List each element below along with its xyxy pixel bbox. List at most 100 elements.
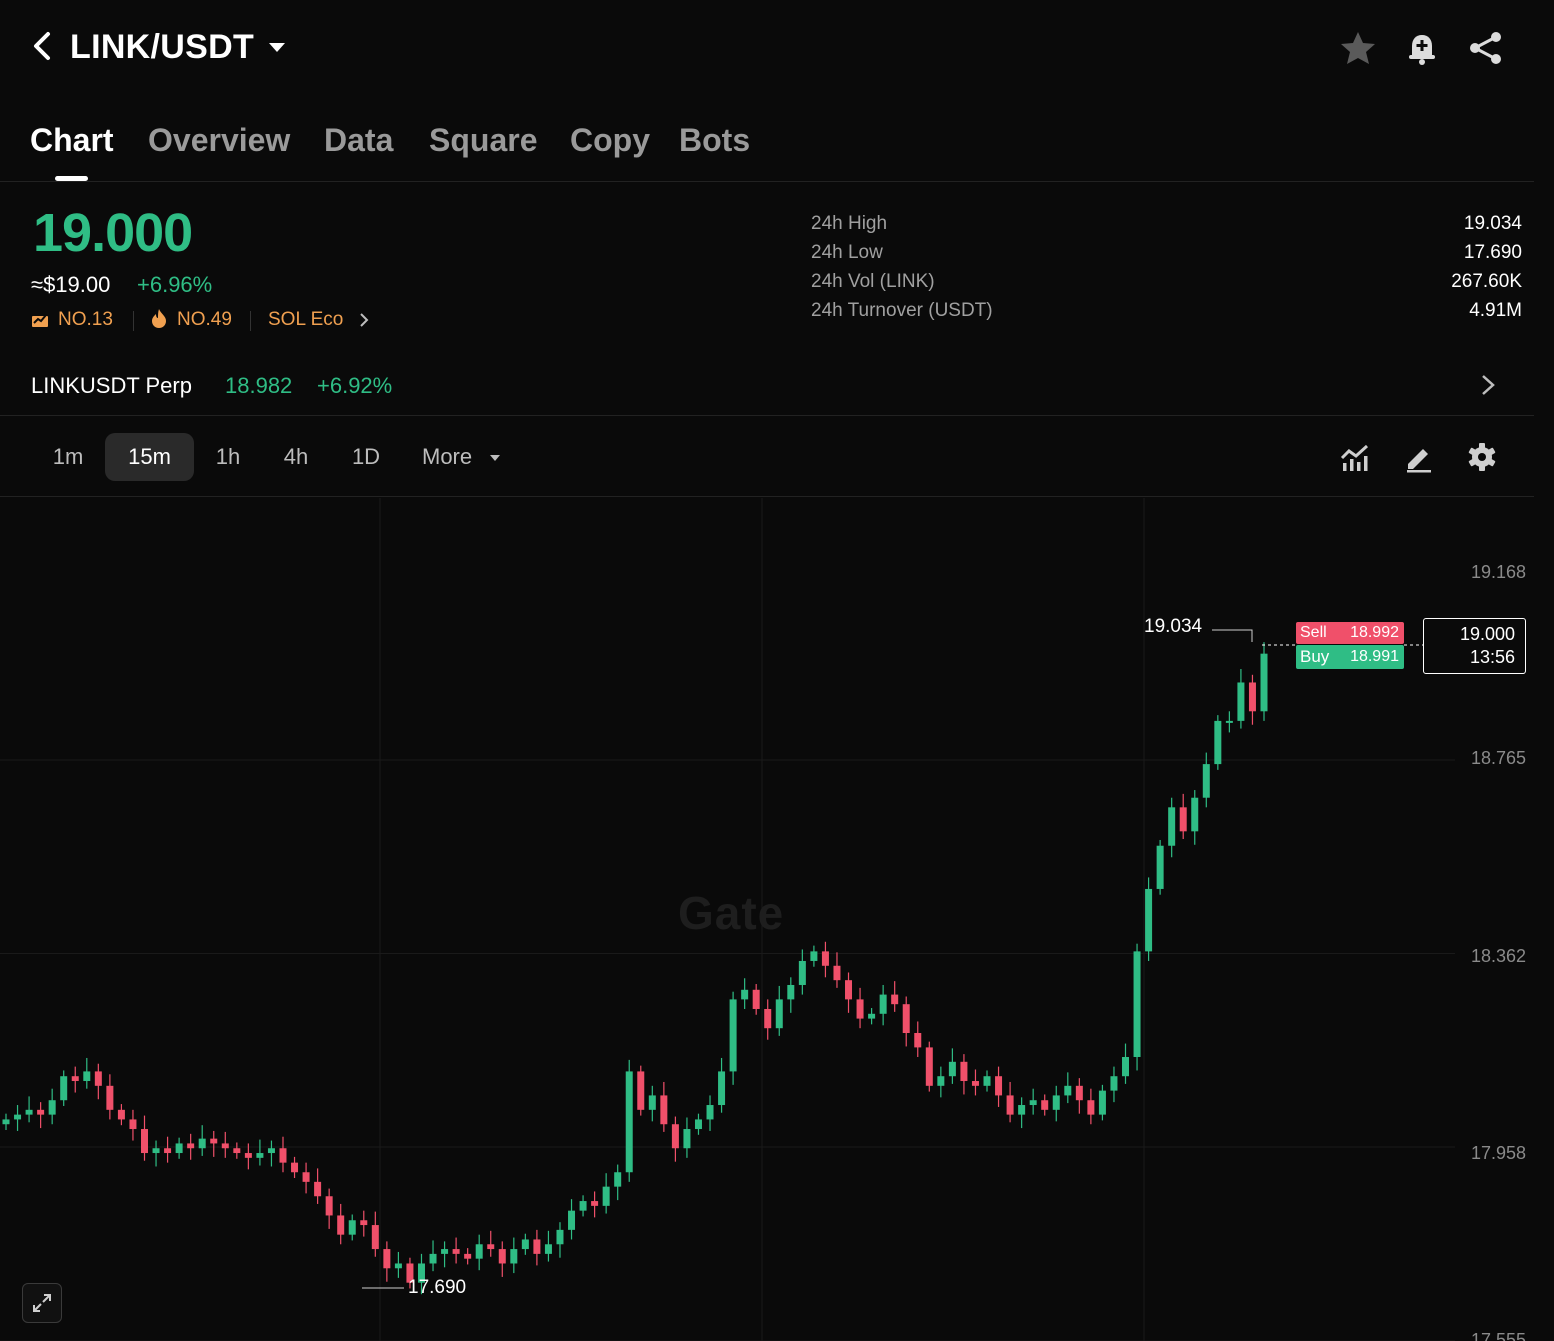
candle-up [441,1249,449,1254]
timeframe-1h[interactable]: 1h [200,433,256,481]
stat-label-volume: 24h Vol (LINK) [811,271,935,292]
sell-label: Sell [1300,624,1327,641]
candle-up [475,1244,483,1259]
fullscreen-button[interactable] [22,1283,62,1323]
timeframe-4h[interactable]: 4h [268,433,324,481]
candle-up [1260,653,1268,712]
candlestick-chart[interactable]: Gate 19.168 18.765 18.362 17.958 17.555 … [0,498,1534,1341]
candle-up [267,1148,275,1154]
candle-down [1006,1095,1014,1115]
candle-down [94,1071,102,1086]
candle-down [960,1061,968,1082]
candle-down [914,1032,922,1048]
candle-down [233,1148,241,1154]
perp-name: LINKUSDT Perp [31,373,192,398]
tab-chart[interactable]: Chart [30,122,114,159]
candle-down [210,1138,218,1144]
buy-price: 18.991 [1350,648,1399,665]
candle-down [383,1249,391,1269]
candle-up [152,1148,160,1154]
candle-down [291,1162,299,1173]
candle-down [902,1004,910,1033]
candle-down [360,1220,368,1226]
candle-down [995,1076,1003,1096]
tab-overview[interactable]: Overview [148,122,290,159]
candle-down [1041,1100,1049,1110]
candle-down [221,1143,229,1149]
tab-data[interactable]: Data [324,122,393,159]
stat-value-low: 17.690 [1463,242,1522,263]
candle-up [1052,1095,1060,1110]
tab-copy[interactable]: Copy [570,122,650,159]
candle-up [256,1153,264,1158]
rank-badge-hot[interactable]: NO.49 [177,309,232,331]
y-axis-label: 17.958 [1470,1143,1526,1163]
rank-badge-gainers[interactable]: NO.13 [58,309,113,331]
draw-pencil-icon[interactable] [1403,441,1435,473]
candle-up [775,999,783,1029]
stat-label-high: 24h High [811,213,888,234]
candle-up [521,1239,529,1250]
exchange-watermark: Gate [678,887,785,939]
candle-countdown: 13:56 [1469,647,1515,667]
chevron-right-icon[interactable] [358,312,370,328]
stat-value-turnover: 4.91M [1469,300,1522,321]
candle-down [1075,1085,1083,1101]
candle-up [1156,845,1164,889]
candle-up [25,1109,33,1115]
candle-up [1168,807,1176,846]
candle-down [925,1047,933,1086]
candle-down [891,994,899,1005]
candle-up [1064,1085,1072,1096]
chevron-right-icon [1482,375,1495,395]
timeframe-15m[interactable]: 15m [105,433,194,481]
stat-label-turnover: 24h Turnover (USDT) [811,300,993,321]
caret-down-icon[interactable] [266,40,288,54]
perp-contract-row[interactable]: LINKUSDT Perp 18.982 +6.92% [0,356,1534,416]
share-icon[interactable] [1466,28,1506,68]
caret-down-icon[interactable] [489,453,501,463]
candle-down [37,1109,45,1115]
candle-up [2,1119,10,1125]
tab-square[interactable]: Square [429,122,537,159]
candle-up [741,989,749,1000]
candle-down [187,1143,195,1149]
sell-price: 18.992 [1350,624,1399,641]
chart-overlay [362,629,1423,1289]
candle-down [452,1249,460,1254]
buy-label: Buy [1300,647,1330,666]
candle-up [1098,1090,1106,1115]
candle-down [314,1181,322,1197]
alert-bell-icon[interactable] [1402,28,1442,68]
sector-badge[interactable]: SOL Eco [268,309,343,331]
candle-up [694,1119,702,1130]
candle-down [464,1253,472,1259]
timeframe-more[interactable]: More [412,433,490,481]
tab-bots[interactable]: Bots [679,122,750,159]
candle-up [429,1253,437,1264]
timeframe-1m[interactable]: 1m [38,433,98,481]
settings-gear-icon[interactable] [1466,441,1498,473]
candle-down [106,1085,114,1110]
candle-up [175,1143,183,1154]
candle-down [833,965,841,981]
candle-up [948,1061,956,1077]
candle-down [637,1071,645,1110]
candle-up [83,1071,91,1082]
back-arrow-icon[interactable] [28,28,58,64]
high-marker-label: 19.034 [1144,616,1203,637]
candle-up [706,1105,714,1120]
star-icon[interactable] [1338,28,1378,68]
timeframe-1d[interactable]: 1D [336,433,396,481]
candle-up [868,1013,876,1019]
candle-down [1248,682,1256,712]
buy-price-tag: Buy 18.991 [1296,645,1404,669]
candle-up [625,1071,633,1173]
candle-down [325,1196,333,1216]
candle-down [764,1008,772,1029]
candle-up [879,994,887,1014]
indicators-icon[interactable] [1339,441,1371,473]
candle-up [579,1201,587,1211]
pair-title[interactable]: LINK/USDT [70,28,254,67]
candle-up [1122,1057,1130,1077]
